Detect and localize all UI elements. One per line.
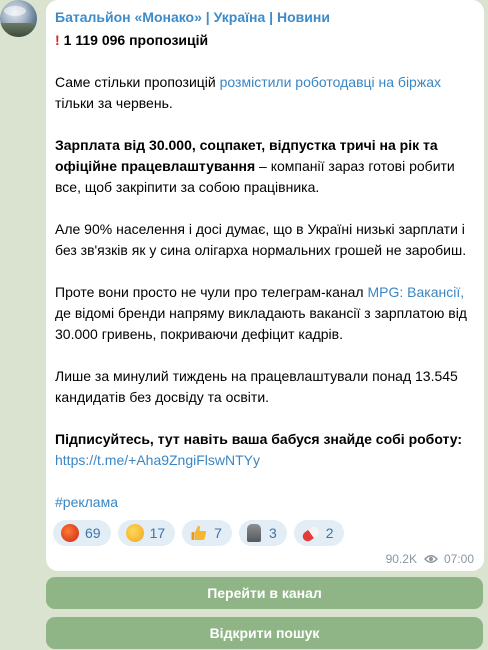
pill-icon xyxy=(300,524,321,544)
view-count: 90.2K xyxy=(385,552,417,566)
avatar-sky xyxy=(4,6,26,16)
p1-tail: тільки за червень. xyxy=(55,95,173,111)
reaction-count: 17 xyxy=(149,525,166,541)
reaction-count: 7 xyxy=(214,525,222,541)
headline-text: 1 119 096 пропозицій xyxy=(63,32,209,48)
reaction-count: 69 xyxy=(85,525,101,541)
message-text: ! 1 119 096 пропозицій Саме стільки пропо… xyxy=(55,30,467,513)
reaction-count: 3 xyxy=(268,525,277,541)
angry-face-icon xyxy=(61,524,79,542)
paragraph-1: Саме стільки пропозицій розмістили робот… xyxy=(55,72,467,114)
reaction-thumbs-up[interactable]: 7 xyxy=(182,520,232,546)
avatar-ground xyxy=(0,23,37,37)
reaction-moai[interactable]: 3 xyxy=(238,520,287,546)
job-boards-link[interactable]: розмістили роботодавці на біржах xyxy=(220,74,441,90)
p4-text: Проте вони просто не чули про телеграм-к… xyxy=(55,284,368,300)
invite-link[interactable]: https://t.me/+Aha9ZngiFlswNTYy xyxy=(55,452,260,468)
thumbs-up-icon xyxy=(191,525,207,540)
reaction-pill[interactable]: 2 xyxy=(293,520,344,546)
smirk-face-icon xyxy=(125,524,144,542)
message-bubble: Батальйон «Монако» | Україна | Новини ! 1… xyxy=(46,0,484,571)
reaction-smirk[interactable]: 17 xyxy=(117,520,176,546)
paragraph-6: Підписуйтесь, тут навіть ваша бабуся зна… xyxy=(55,429,467,471)
p4-tail: де відомі бренди напряму викладають вака… xyxy=(55,305,467,342)
go-to-channel-button[interactable]: Перейти в канал xyxy=(46,577,483,609)
hashtag-line: #реклама xyxy=(55,492,467,513)
channel-avatar[interactable] xyxy=(0,0,37,37)
message-time: 07:00 xyxy=(443,552,474,566)
open-search-button[interactable]: Відкрити пошук xyxy=(46,617,483,649)
paragraph-4: Проте вони просто не чули про телеграм-к… xyxy=(55,282,467,345)
paragraph-5: Лише за минулий тиждень на працевлаштува… xyxy=(55,368,458,405)
paragraph-3: Але 90% населення і досі думає, що в Укр… xyxy=(55,221,467,258)
reaction-count: 2 xyxy=(325,525,334,541)
p1-text: Саме стільки пропозицій xyxy=(55,74,220,90)
mpg-channel-link[interactable]: MPG: Вакансії, xyxy=(367,284,464,300)
paragraph-2: Зарплата від 30.000, соцпакет, відпустка… xyxy=(55,135,467,198)
hashtag-link[interactable]: #реклама xyxy=(55,494,118,510)
eye-icon xyxy=(424,555,438,563)
reactions-bar: 69 17 7 3 2 xyxy=(53,520,351,546)
channel-title[interactable]: Батальйон «Монако» | Україна | Новини xyxy=(55,7,474,27)
moai-icon xyxy=(246,524,261,542)
reaction-angry[interactable]: 69 xyxy=(53,520,111,546)
message-meta: 90.2K 07:00 xyxy=(386,551,474,567)
headline: ! 1 119 096 пропозицій xyxy=(55,30,467,51)
p6-bold: Підписуйтесь, тут навіть ваша бабуся зна… xyxy=(55,431,462,447)
exclamation-icon: ! xyxy=(55,32,60,48)
